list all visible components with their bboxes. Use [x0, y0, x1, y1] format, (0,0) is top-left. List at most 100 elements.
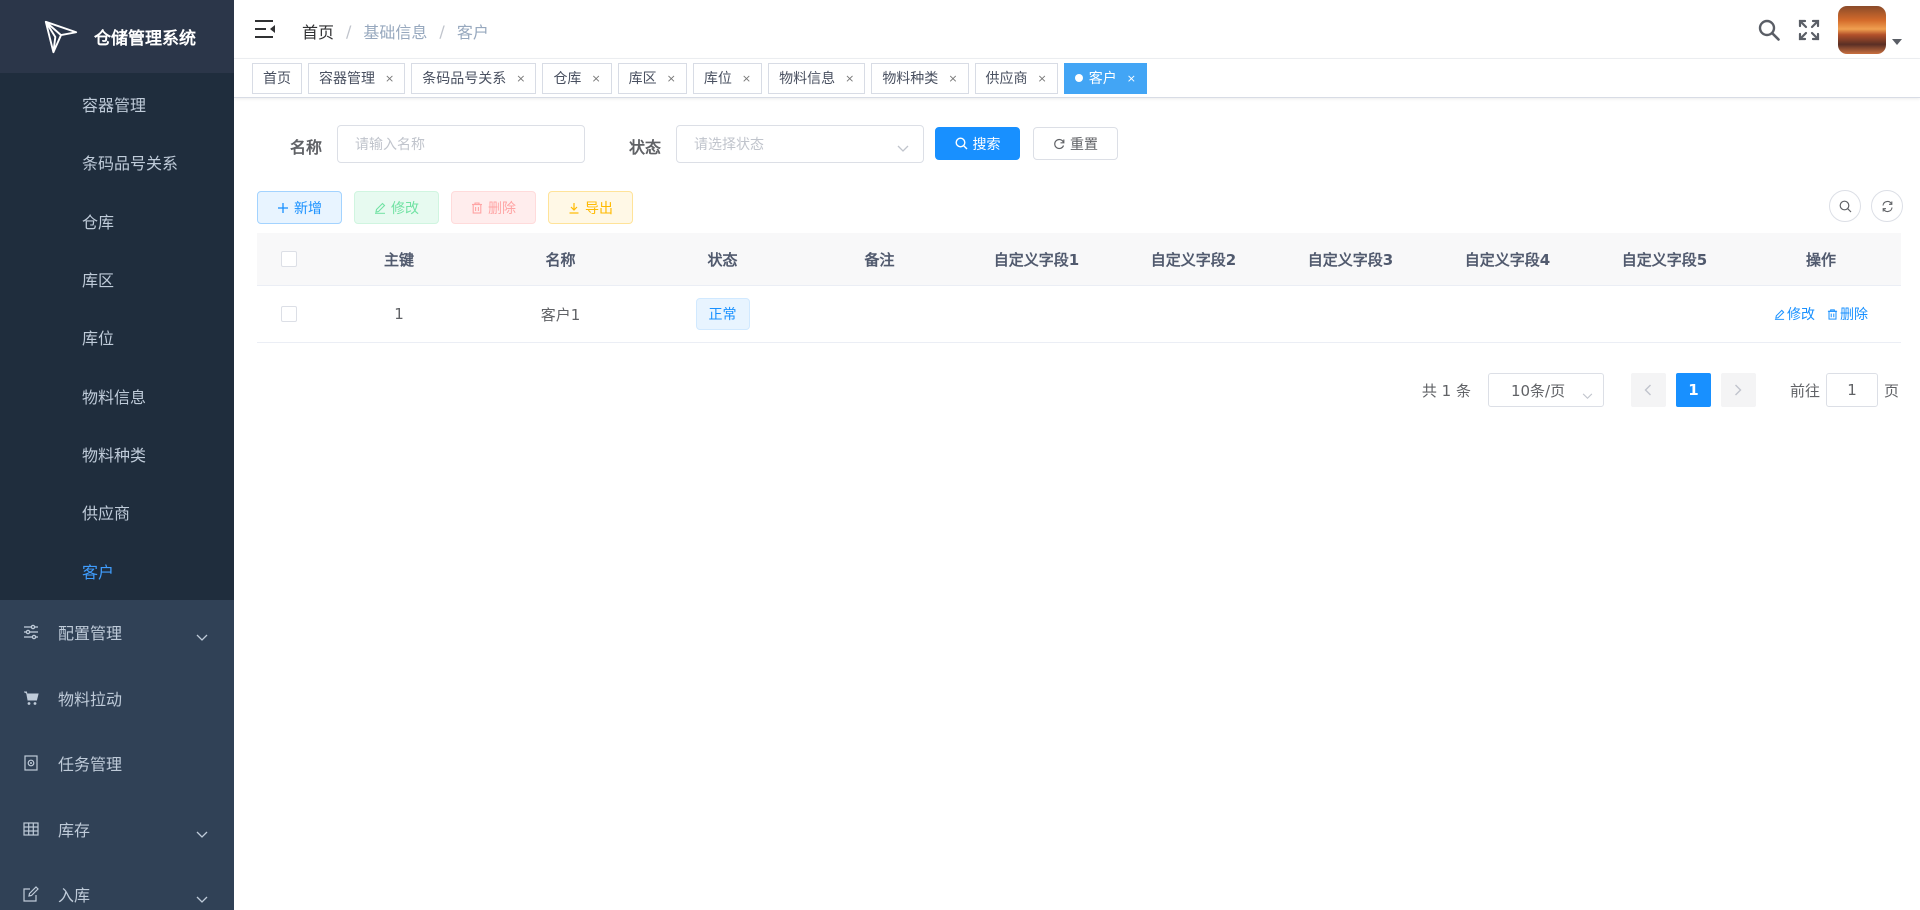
close-icon[interactable]: ×: [591, 72, 600, 85]
tag-customer[interactable]: 客户 ×: [1063, 62, 1147, 94]
header-cell: 状态: [707, 250, 738, 269]
page-size-select[interactable]: 10条/页: [1487, 373, 1604, 407]
tag-location[interactable]: 库位 ×: [692, 62, 763, 94]
search-button[interactable]: 搜索: [935, 127, 1020, 160]
search-form: 名称 请输入名称 状态 请选择状态 搜索 重置: [234, 125, 1920, 163]
tag-warehouse[interactable]: 仓库 ×: [542, 62, 612, 94]
prev-page-button[interactable]: [1630, 373, 1666, 407]
sidebar-menu-material-pull[interactable]: 物料拉动: [0, 665, 234, 731]
sidebar-item-warehouse[interactable]: 仓库: [0, 192, 234, 250]
cart-icon: [22, 689, 40, 707]
goto-prefix: 前往: [1789, 381, 1820, 400]
close-icon[interactable]: ×: [385, 72, 394, 85]
close-icon[interactable]: ×: [742, 72, 751, 85]
trash-icon: [1827, 308, 1838, 320]
close-icon[interactable]: ×: [845, 72, 854, 85]
header-cell: 操作: [1805, 250, 1836, 269]
tag-home[interactable]: 首页: [252, 62, 302, 94]
tag-label: 物料种类: [882, 71, 939, 87]
sidebar-item-container[interactable]: 容器管理: [0, 75, 234, 133]
logo-area[interactable]: 仓储管理系统: [0, 0, 234, 73]
hamburger-icon[interactable]: [254, 18, 276, 40]
refresh-button[interactable]: [1871, 190, 1903, 222]
sidebar-item-location[interactable]: 库位: [0, 308, 234, 366]
sliders-icon: [22, 623, 40, 641]
navbar-right: [1742, 0, 1902, 59]
name-input[interactable]: 请输入名称: [337, 125, 585, 163]
cell-actions: 修改 删除: [1743, 286, 1899, 342]
sidebar-item-material-type[interactable]: 物料种类: [0, 425, 234, 483]
chevron-right-icon: [1735, 384, 1742, 396]
cell-field4: [1429, 286, 1586, 342]
search-icon[interactable]: [1756, 17, 1782, 43]
export-button[interactable]: 导出: [548, 191, 633, 224]
row-checkbox[interactable]: [281, 306, 297, 322]
tag-supplier[interactable]: 供应商 ×: [974, 62, 1058, 94]
reset-button-label: 重置: [1070, 136, 1098, 153]
main-content: 名称 请输入名称 状态 请选择状态 搜索 重置 新增 修改 删除 导出 主键 名…: [234, 98, 1920, 910]
breadcrumb-separator: /: [439, 21, 445, 41]
sidebar-item-supplier[interactable]: 供应商: [0, 483, 234, 541]
fullscreen-icon[interactable]: [1796, 17, 1822, 43]
close-icon[interactable]: ×: [1127, 72, 1136, 85]
sidebar-menu-label: 物料拉动: [58, 689, 123, 709]
header-cell: 主键: [383, 250, 414, 269]
header-cell: 自定义字段4: [1464, 250, 1551, 269]
cell-field3: [1272, 286, 1429, 342]
add-button[interactable]: 新增: [257, 191, 342, 224]
sidebar-item-barcode-relation[interactable]: 条码品号关系: [0, 133, 234, 191]
row-edit-link[interactable]: 修改: [1774, 304, 1815, 324]
header-cell: 自定义字段3: [1307, 250, 1394, 269]
tag-material-type[interactable]: 物料种类 ×: [871, 62, 969, 94]
tags-view: 首页 容器管理 × 条码品号关系 × 仓库 × 库区 × 库位 × 物料信息 × 物料种类 ×…: [234, 59, 1920, 98]
breadcrumb-home[interactable]: 首页: [302, 19, 334, 43]
close-icon[interactable]: ×: [667, 72, 676, 85]
tag-label: 物料信息: [779, 71, 836, 87]
tag-label: 容器管理: [319, 71, 375, 87]
navbar: 首页 / 基础信息 / 客户: [234, 0, 1920, 59]
table-row[interactable]: 1 客户1 正常 修改 删除: [257, 286, 1901, 343]
edit-icon: [1774, 309, 1785, 320]
sidebar-item-material-info[interactable]: 物料信息: [0, 366, 234, 424]
breadcrumb-basic-info: 基础信息: [363, 23, 428, 42]
tag-barcode-relation[interactable]: 条码品号关系 ×: [411, 62, 537, 94]
page-number-button[interactable]: 1: [1675, 373, 1711, 407]
sidebar-menu-inbound[interactable]: 入库: [0, 862, 234, 910]
tag-area[interactable]: 库区 ×: [617, 62, 687, 94]
caret-down-icon[interactable]: [1892, 33, 1902, 49]
next-page-button[interactable]: [1720, 373, 1756, 407]
toggle-search-button[interactable]: [1829, 190, 1861, 222]
app-root: 仓储管理系统 容器管理 条码品号关系 仓库 库区 库位 物料信息 物料种类 供应…: [0, 0, 1920, 910]
tag-material-info[interactable]: 物料信息 ×: [768, 62, 866, 94]
app-title: 仓储管理系统: [94, 29, 196, 49]
sidebar: 仓储管理系统 容器管理 条码品号关系 仓库 库区 库位 物料信息 物料种类 供应…: [0, 0, 234, 910]
goto-page-input[interactable]: 1: [1825, 373, 1878, 407]
sidebar-menu-config[interactable]: 配置管理: [0, 600, 234, 666]
edit-button[interactable]: 修改: [354, 191, 439, 224]
sidebar-menu-inventory[interactable]: 库存: [0, 796, 234, 862]
close-icon[interactable]: ×: [1038, 72, 1047, 85]
sidebar-item-area[interactable]: 库区: [0, 250, 234, 308]
delete-button[interactable]: 删除: [451, 191, 536, 224]
tag-container[interactable]: 容器管理 ×: [308, 62, 406, 94]
status-select[interactable]: 请选择状态: [676, 125, 924, 163]
close-icon[interactable]: ×: [948, 72, 957, 85]
sidebar-menu-task[interactable]: 任务管理: [0, 731, 234, 797]
plus-icon: [278, 202, 288, 213]
close-icon[interactable]: ×: [516, 72, 525, 85]
sidebar-item-customer[interactable]: 客户: [0, 541, 234, 599]
avatar[interactable]: [1838, 5, 1886, 54]
sidebar-item-label: 客户: [82, 562, 115, 582]
pagination: 共 1 条 10条/页 1 前往 1 页: [1422, 373, 1899, 407]
grid-icon: [22, 820, 40, 838]
delete-button-label: 删除: [488, 200, 516, 217]
edit-button-label: 修改: [391, 200, 419, 217]
row-edit-label: 修改: [1787, 307, 1815, 323]
row-delete-link[interactable]: 删除: [1827, 304, 1868, 324]
cell-id: 1: [394, 305, 404, 323]
edit-icon: [375, 202, 386, 214]
reset-button[interactable]: 重置: [1033, 127, 1118, 160]
select-all-checkbox[interactable]: [281, 251, 297, 267]
sidebar-item-label: 物料种类: [82, 445, 147, 465]
chevron-left-icon: [1644, 384, 1652, 396]
